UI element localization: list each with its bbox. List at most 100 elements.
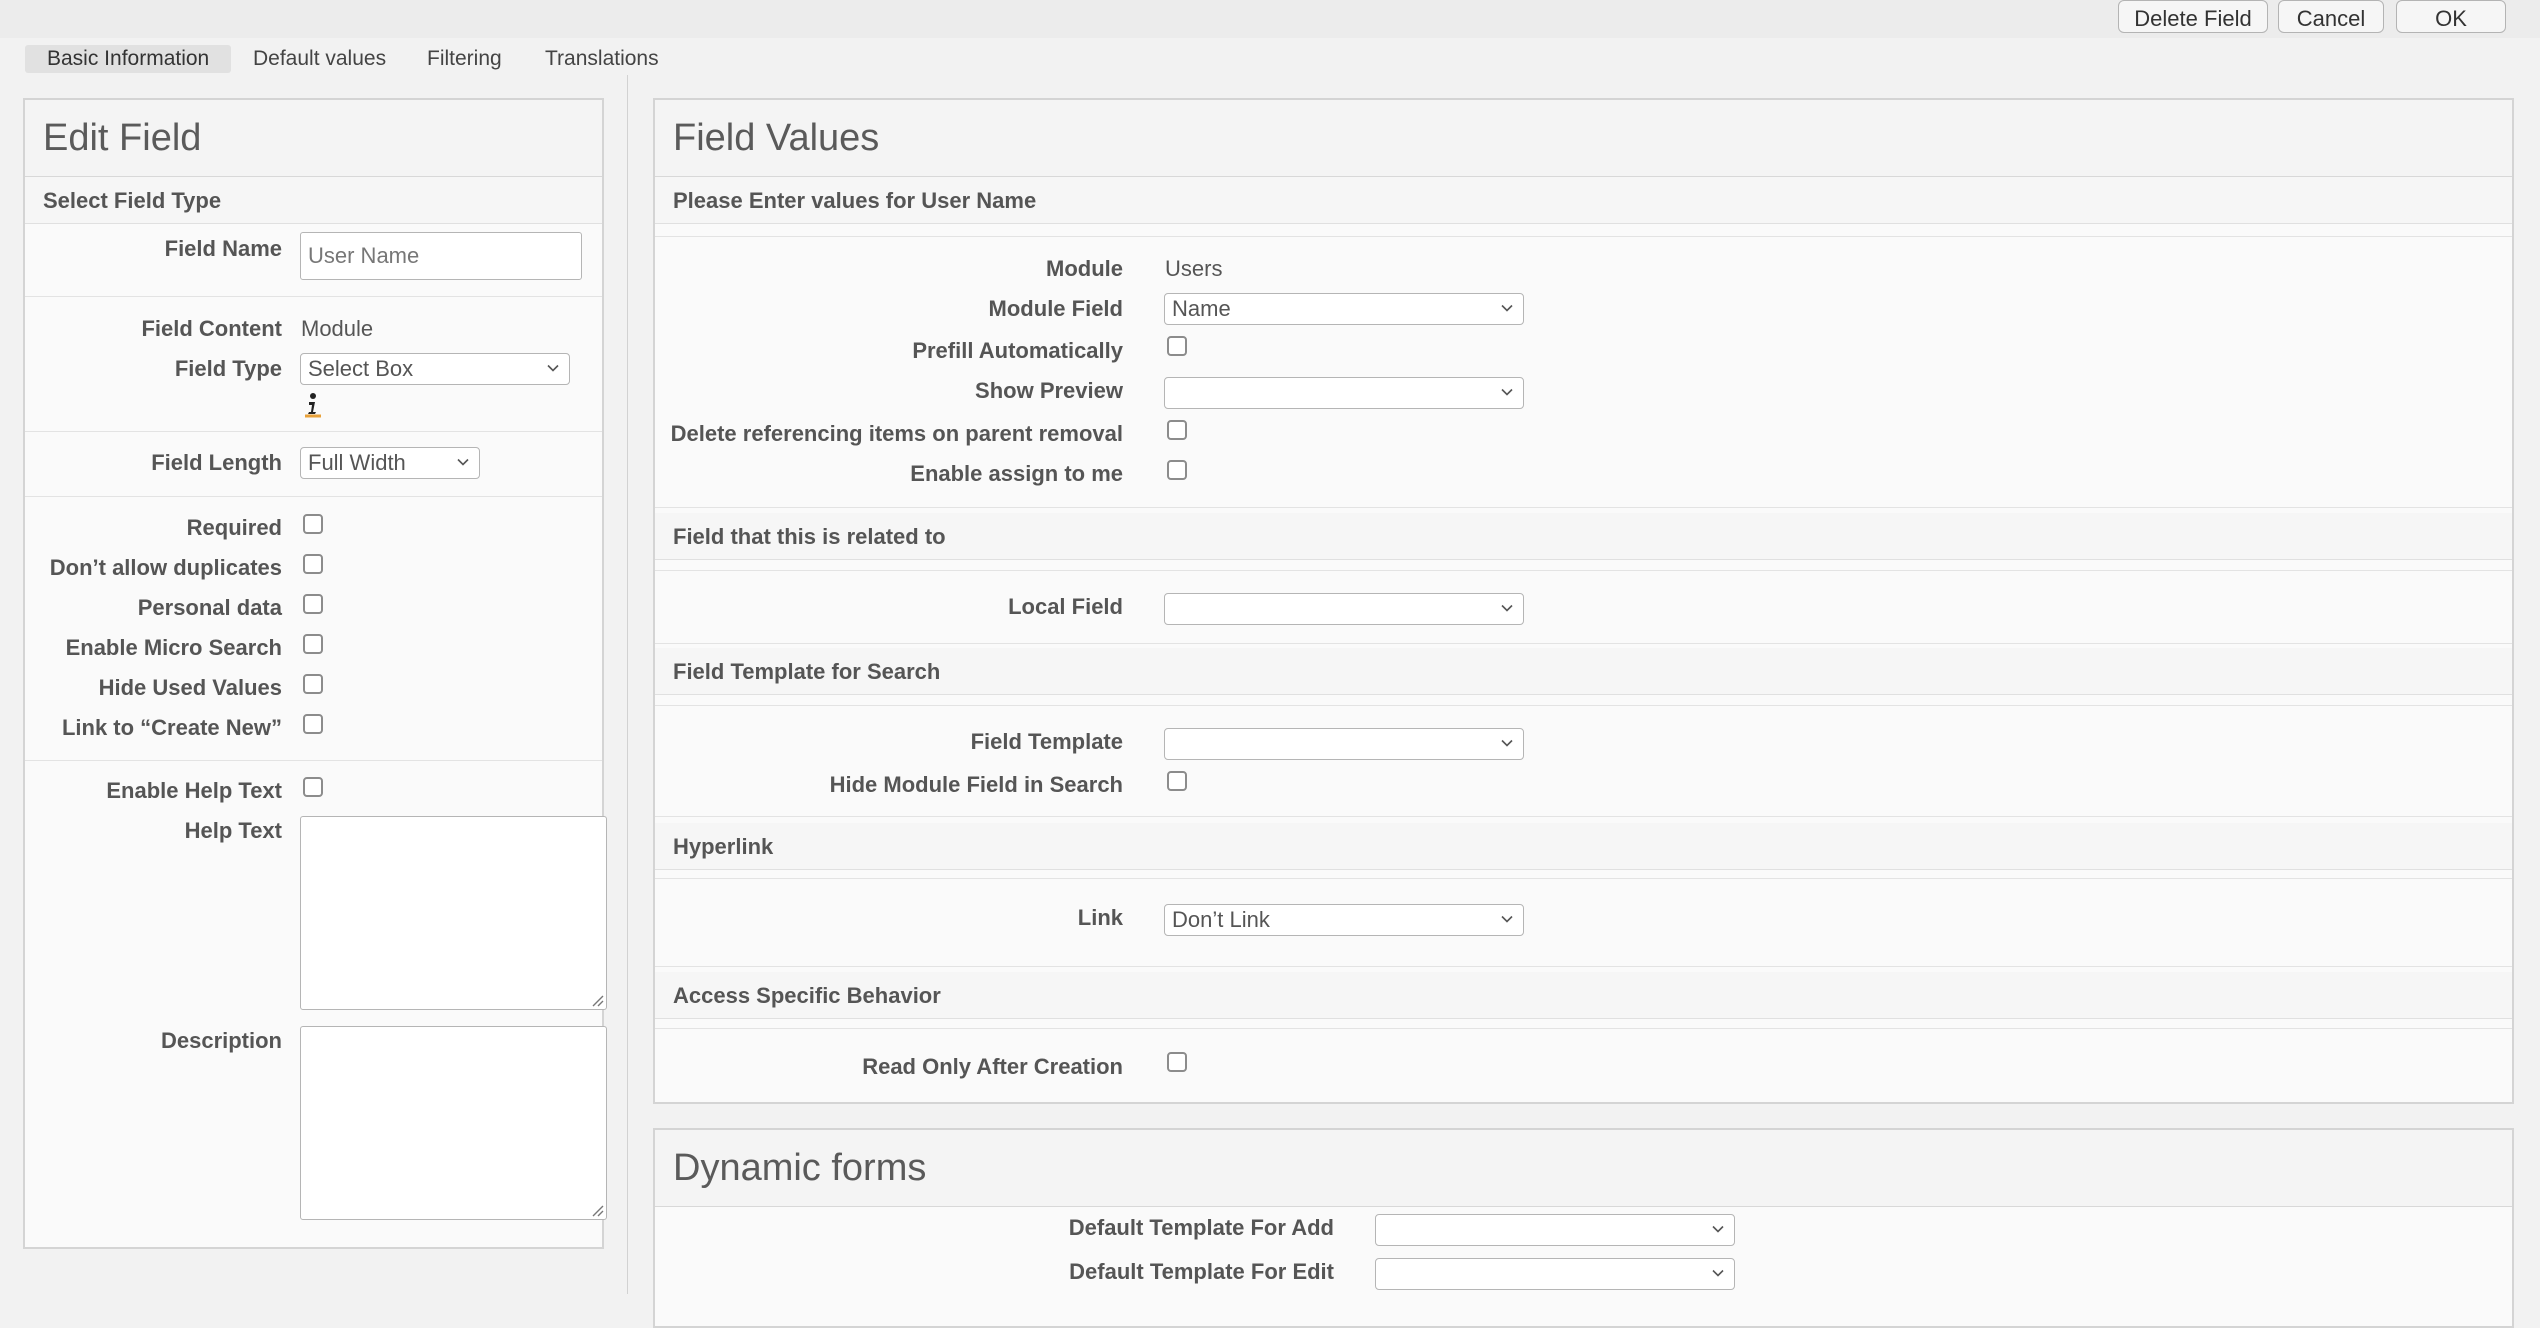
- divider: [655, 236, 2512, 237]
- resize-grip-icon[interactable]: [590, 1203, 604, 1217]
- field-length-value: Full Width: [308, 450, 406, 475]
- resize-grip-icon[interactable]: [590, 993, 604, 1007]
- field-name-input[interactable]: [300, 232, 582, 280]
- description-label: Description: [160, 1028, 282, 1053]
- cancel-button[interactable]: Cancel: [2278, 0, 2384, 33]
- link-to-create-new-checkbox[interactable]: [303, 714, 323, 734]
- read-only-after-creation-label: Read Only After Creation: [862, 1054, 1123, 1079]
- field-content-label: Field Content: [141, 316, 282, 341]
- module-field-label: Module Field: [988, 296, 1123, 321]
- default-template-edit-select[interactable]: [1375, 1258, 1735, 1290]
- default-template-edit-label: Default Template For Edit: [1069, 1259, 1334, 1284]
- divider: [25, 760, 602, 761]
- hide-module-field-checkbox[interactable]: [1167, 771, 1187, 791]
- field-length-select[interactable]: Full Width: [300, 447, 480, 479]
- divider: [655, 966, 2512, 967]
- module-field-select[interactable]: Name: [1164, 293, 1524, 325]
- divider: [25, 431, 602, 432]
- module-field-value: Name: [1172, 296, 1231, 321]
- link-to-create-new-label: Link to “Create New”: [61, 715, 282, 740]
- tab-translations[interactable]: Translations: [545, 45, 659, 73]
- delete-referencing-label: Delete referencing items on parent remov…: [670, 421, 1123, 446]
- divider: [655, 878, 2512, 879]
- field-length-label: Field Length: [151, 450, 282, 475]
- dynamic-forms-title: Dynamic forms: [655, 1130, 2512, 1207]
- divider: [655, 643, 2512, 644]
- ok-button[interactable]: OK: [2396, 0, 2506, 33]
- chevron-down-icon: [1501, 915, 1513, 923]
- local-field-select[interactable]: [1164, 593, 1524, 625]
- top-toolbar: Delete Field Cancel OK: [0, 0, 2540, 38]
- field-template-label: Field Template: [970, 729, 1123, 754]
- description-textarea[interactable]: [300, 1026, 607, 1220]
- show-preview-label: Show Preview: [975, 378, 1123, 403]
- field-name-label: Field Name: [164, 236, 282, 261]
- divider: [655, 570, 2512, 571]
- hide-used-values-checkbox[interactable]: [303, 674, 323, 694]
- field-type-value: Select Box: [308, 356, 414, 381]
- module-value: Users: [1165, 256, 1223, 281]
- dynamic-forms-panel: Dynamic forms Default Template For Add D…: [653, 1128, 2514, 1328]
- enable-help-text-label: Enable Help Text: [106, 778, 282, 803]
- required-checkbox[interactable]: [303, 514, 323, 534]
- prefill-automatically-label: Prefill Automatically: [912, 338, 1123, 363]
- delete-referencing-checkbox[interactable]: [1167, 420, 1187, 440]
- enable-micro-search-label: Enable Micro Search: [65, 635, 282, 660]
- dont-allow-duplicates-label: Don’t allow duplicates: [49, 555, 282, 580]
- chevron-down-icon: [547, 364, 559, 372]
- help-text-textarea[interactable]: [300, 816, 607, 1010]
- column-divider: [627, 75, 628, 1294]
- local-field-label: Local Field: [1008, 594, 1123, 619]
- show-preview-select[interactable]: [1164, 377, 1524, 409]
- delete-field-button[interactable]: Delete Field: [2118, 0, 2268, 33]
- enable-assign-checkbox[interactable]: [1167, 460, 1187, 480]
- field-type-select[interactable]: Select Box: [300, 353, 570, 385]
- field-type-label: Field Type: [174, 356, 282, 381]
- enable-help-text-checkbox[interactable]: [303, 777, 323, 797]
- read-only-after-creation-checkbox[interactable]: [1167, 1052, 1187, 1072]
- divider: [655, 1028, 2512, 1029]
- divider: [25, 296, 602, 297]
- chevron-down-icon: [1712, 1225, 1724, 1233]
- enable-micro-search-checkbox[interactable]: [303, 634, 323, 654]
- chevron-down-icon: [1501, 739, 1513, 747]
- divider: [655, 507, 2512, 508]
- module-label: Module: [1046, 256, 1123, 281]
- field-template-heading: Field Template for Search: [655, 648, 2512, 695]
- divider: [655, 705, 2512, 706]
- link-label: Link: [1077, 905, 1123, 930]
- enter-values-heading: Please Enter values for User Name: [655, 177, 2512, 224]
- enable-assign-label: Enable assign to me: [910, 461, 1123, 486]
- field-values-title: Field Values: [655, 100, 2512, 177]
- edit-field-panel: Edit Field Select Field Type Field Name …: [23, 98, 607, 1249]
- tab-default-values[interactable]: Default values: [253, 45, 386, 73]
- tab-basic-information[interactable]: Basic Information: [25, 45, 232, 73]
- hyperlink-heading: Hyperlink: [655, 823, 2512, 870]
- edit-field-title: Edit Field: [25, 100, 602, 177]
- chevron-down-icon: [1712, 1269, 1724, 1277]
- link-select[interactable]: Don’t Link: [1164, 904, 1524, 936]
- required-label: Required: [186, 515, 282, 540]
- select-field-type-heading: Select Field Type: [25, 177, 602, 224]
- default-template-add-select[interactable]: [1375, 1214, 1735, 1246]
- personal-data-label: Personal data: [137, 595, 282, 620]
- link-value: Don’t Link: [1172, 907, 1270, 932]
- field-values-panel: Field Values Please Enter values for Use…: [653, 98, 2514, 1104]
- chevron-down-icon: [1501, 604, 1513, 612]
- info-icon[interactable]: [303, 392, 323, 418]
- dont-allow-duplicates-checkbox[interactable]: [303, 554, 323, 574]
- chevron-down-icon: [1501, 388, 1513, 396]
- hide-used-values-label: Hide Used Values: [98, 675, 282, 700]
- field-content-value: Module: [301, 316, 374, 341]
- default-template-add-label: Default Template For Add: [1068, 1215, 1334, 1240]
- access-behavior-heading: Access Specific Behavior: [655, 972, 2512, 1019]
- prefill-automatically-checkbox[interactable]: [1167, 336, 1187, 356]
- tab-filtering[interactable]: Filtering: [427, 45, 502, 73]
- field-template-select[interactable]: [1164, 728, 1524, 760]
- personal-data-checkbox[interactable]: [303, 594, 323, 614]
- hide-module-field-label: Hide Module Field in Search: [829, 772, 1123, 797]
- divider: [25, 496, 602, 497]
- related-field-heading: Field that this is related to: [655, 513, 2512, 560]
- help-text-label: Help Text: [184, 818, 282, 843]
- divider: [655, 816, 2512, 817]
